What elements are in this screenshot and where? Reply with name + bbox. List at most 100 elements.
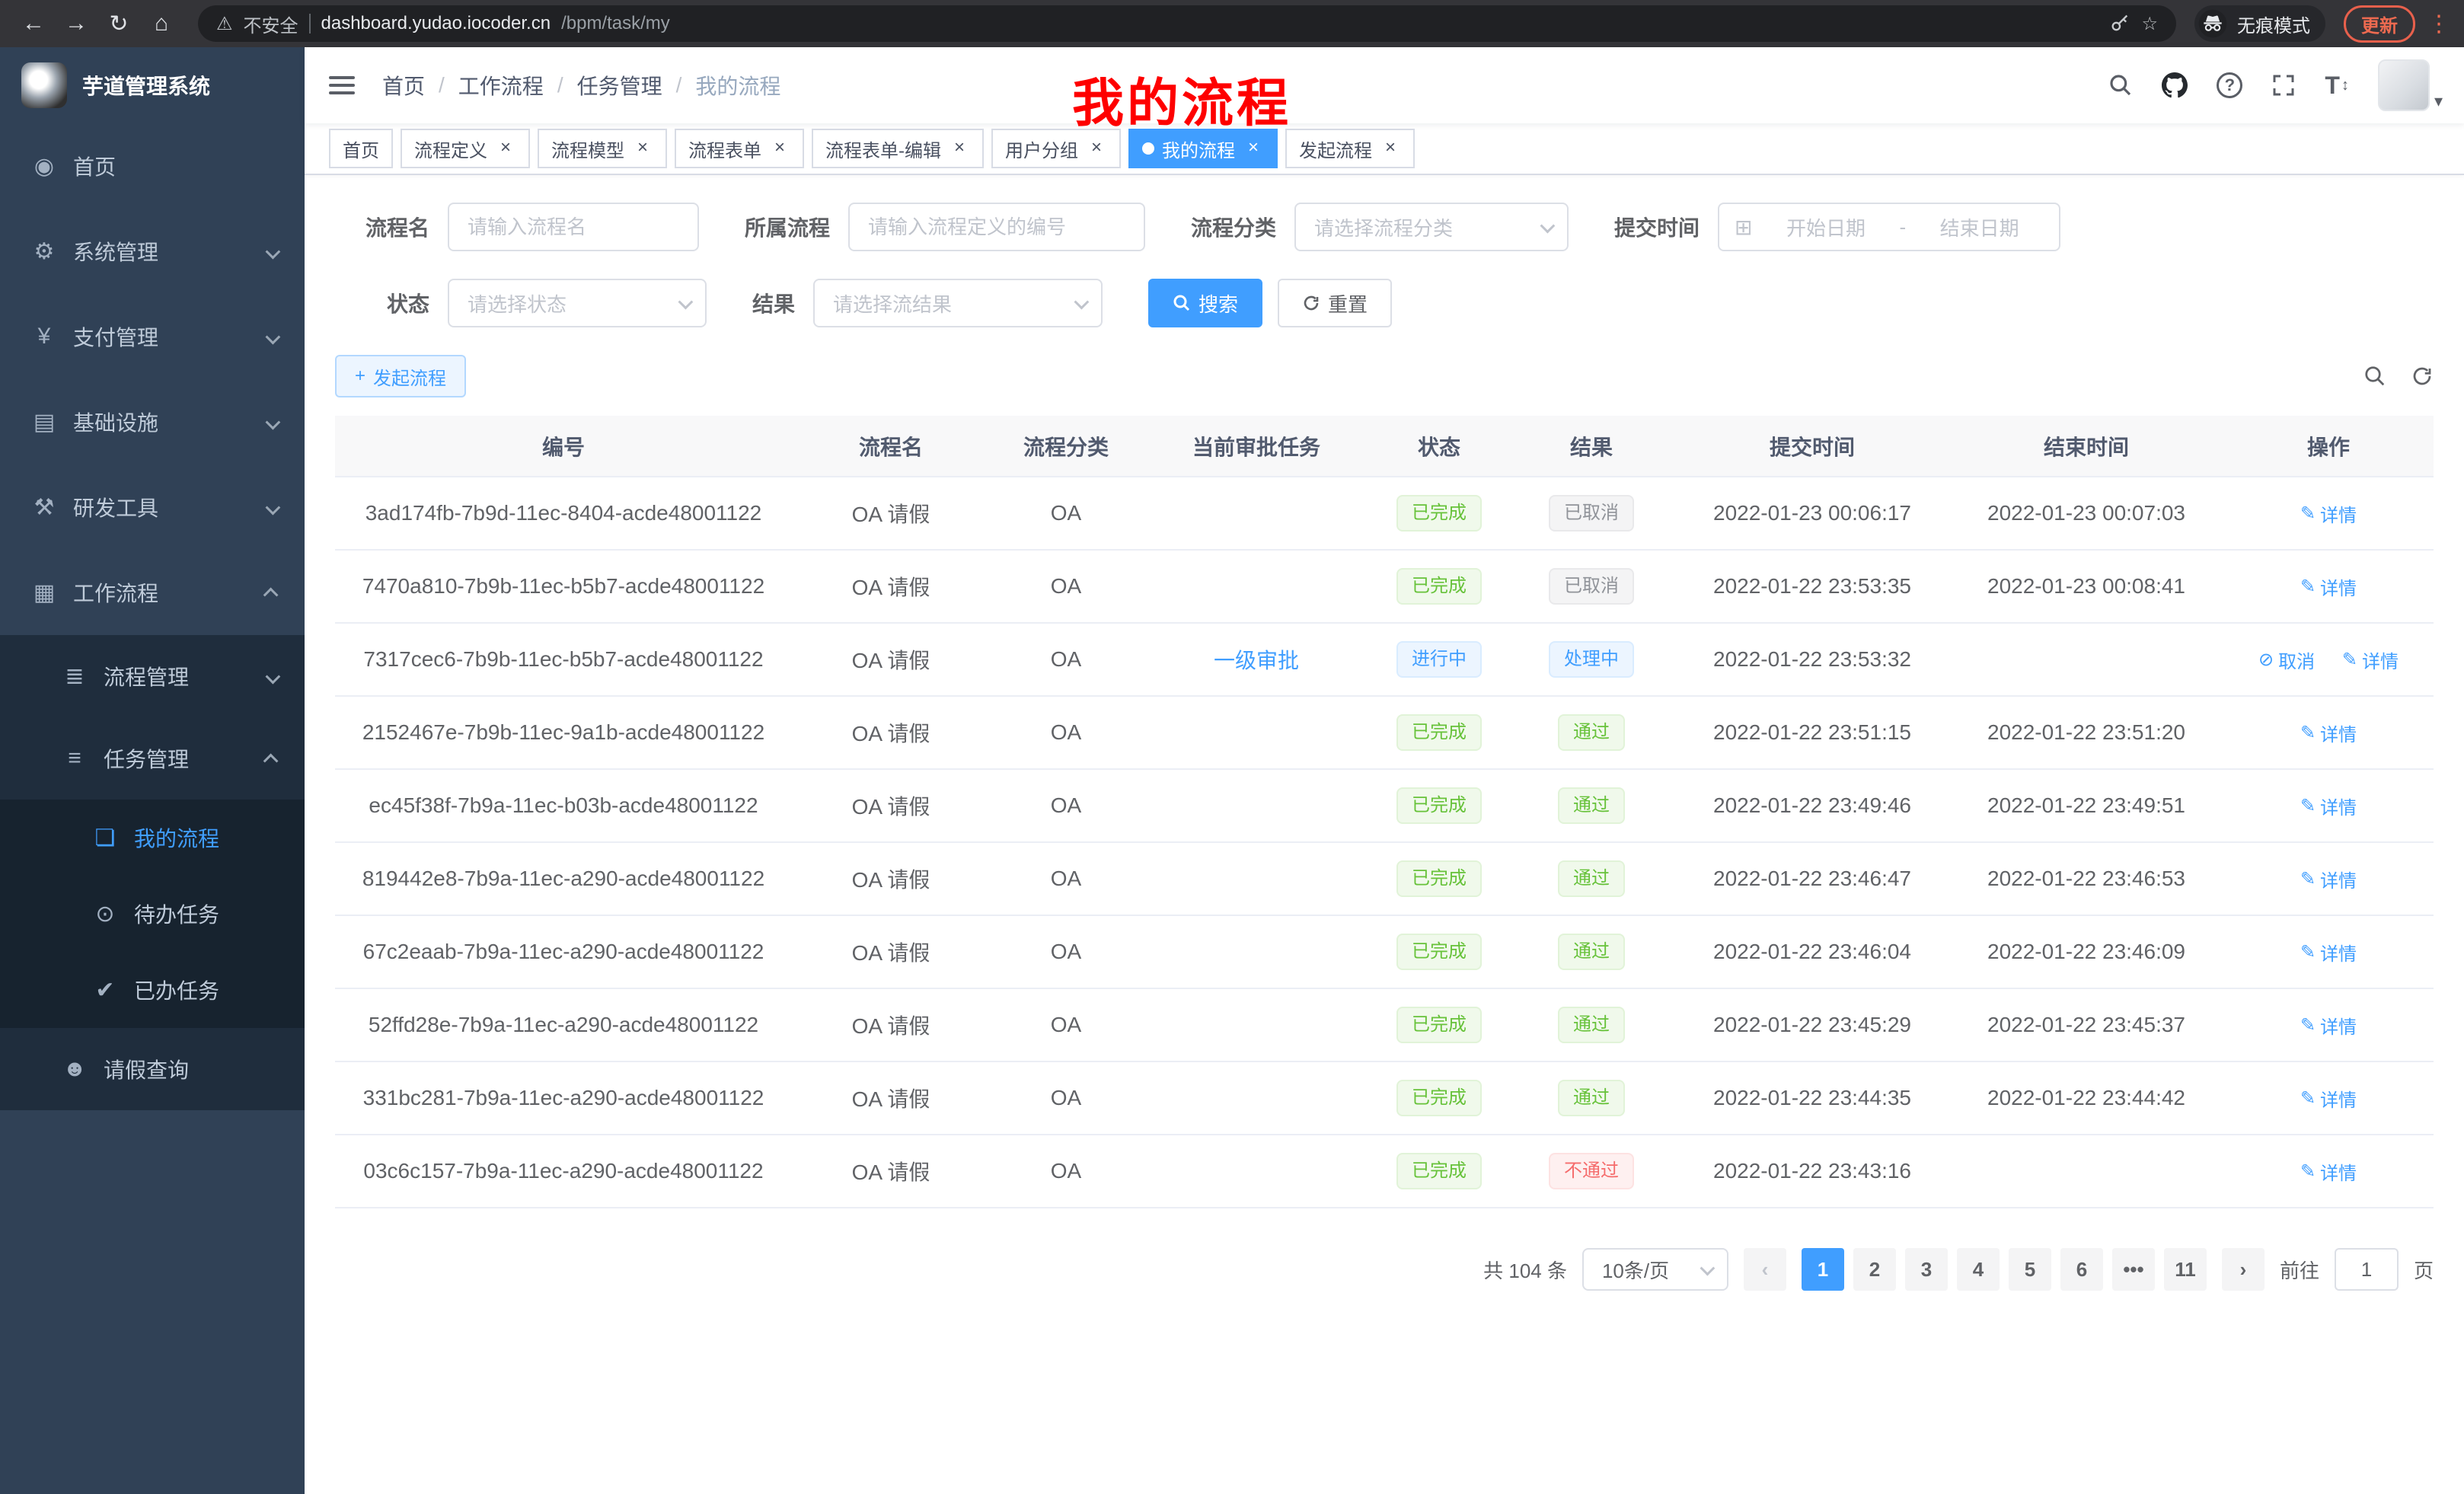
tab-process-model[interactable]: 流程模型× bbox=[538, 129, 667, 168]
goto-page-input[interactable] bbox=[2335, 1248, 2399, 1291]
close-icon[interactable]: × bbox=[949, 138, 970, 159]
sidebar-item-workflow[interactable]: ▦ 工作流程 bbox=[0, 550, 305, 635]
process-id-input[interactable] bbox=[848, 203, 1145, 251]
detail-link[interactable]: ✎详情 bbox=[2300, 1012, 2357, 1039]
sidebar-item-infrastructure[interactable]: ▤ 基础设施 bbox=[0, 379, 305, 464]
detail-link[interactable]: ✎详情 bbox=[2300, 866, 2357, 892]
sidebar-item-todo-tasks[interactable]: ⊙ 待办任务 bbox=[0, 876, 305, 952]
forward-icon[interactable]: → bbox=[58, 5, 94, 42]
result-tag: 通过 bbox=[1558, 1007, 1625, 1043]
close-icon[interactable]: × bbox=[632, 138, 653, 159]
sidebar-item-devtools[interactable]: ⚒ 研发工具 bbox=[0, 464, 305, 550]
page-number-3[interactable]: 3 bbox=[1905, 1248, 1948, 1291]
cell-id: 331bc281-7b9a-11ec-a290-acde48001122 bbox=[335, 1061, 792, 1135]
detail-link[interactable]: ✎详情 bbox=[2300, 720, 2357, 746]
detail-link[interactable]: ✎详情 bbox=[2300, 793, 2357, 819]
detail-link[interactable]: ✎详情 bbox=[2300, 1158, 2357, 1185]
user-avatar[interactable]: ▾ bbox=[2378, 59, 2443, 111]
cell-submit-time: 2022-01-22 23:53:32 bbox=[1675, 623, 1949, 696]
sidebar-item-home[interactable]: ◉ 首页 bbox=[0, 123, 305, 209]
breadcrumb-separator: / bbox=[439, 73, 445, 97]
detail-link[interactable]: ✎详情 bbox=[2300, 500, 2357, 527]
tab-process-definition[interactable]: 流程定义× bbox=[401, 129, 530, 168]
tab-process-form-edit[interactable]: 流程表单-编辑× bbox=[812, 129, 984, 168]
page-number-1[interactable]: 1 bbox=[1802, 1248, 1844, 1291]
detail-link[interactable]: ✎详情 bbox=[2300, 1085, 2357, 1112]
tab-process-form[interactable]: 流程表单× bbox=[675, 129, 804, 168]
table-row: 2152467e-7b9b-11ec-9a1b-acde48001122 OA … bbox=[335, 696, 2434, 769]
date-range-picker[interactable]: ⊞ 开始日期 - 结束日期 bbox=[1718, 203, 2060, 251]
hide-search-icon[interactable] bbox=[2363, 365, 2386, 388]
page-number-5[interactable]: 5 bbox=[2009, 1248, 2051, 1291]
close-icon[interactable]: × bbox=[1243, 138, 1264, 159]
home-icon[interactable]: ⌂ bbox=[143, 5, 180, 42]
table-row: 52ffd28e-7b9a-11ec-a290-acde48001122 OA … bbox=[335, 988, 2434, 1061]
close-icon[interactable]: × bbox=[769, 138, 790, 159]
page-number-4[interactable]: 4 bbox=[1957, 1248, 2000, 1291]
page-number-2[interactable]: 2 bbox=[1853, 1248, 1896, 1291]
cell-actions: ✎详情 bbox=[2223, 988, 2434, 1061]
tab-home[interactable]: 首页 bbox=[329, 129, 393, 168]
search-icon[interactable] bbox=[2108, 73, 2133, 97]
filter-label: 所属流程 bbox=[745, 212, 830, 242]
close-icon[interactable]: × bbox=[1086, 138, 1107, 159]
result-tag: 通过 bbox=[1558, 934, 1625, 970]
tab-start-process[interactable]: 发起流程× bbox=[1285, 129, 1415, 168]
tab-my-process[interactable]: 我的流程× bbox=[1128, 129, 1278, 168]
sidebar-item-payment[interactable]: ¥ 支付管理 bbox=[0, 294, 305, 379]
cell-status: 已完成 bbox=[1371, 769, 1508, 842]
font-size-icon[interactable]: T↕ bbox=[2325, 72, 2349, 100]
status-select[interactable]: 请选择状态 bbox=[448, 279, 707, 327]
cell-result: 通过 bbox=[1508, 769, 1675, 842]
search-button[interactable]: 搜索 bbox=[1148, 279, 1262, 327]
detail-link[interactable]: ✎详情 bbox=[2300, 939, 2357, 966]
bookmark-star-icon[interactable]: ☆ bbox=[2141, 13, 2158, 35]
sidebar-item-process-management[interactable]: ≣ 流程管理 bbox=[0, 635, 305, 717]
tab-user-group[interactable]: 用户分组× bbox=[991, 129, 1121, 168]
col-status: 状态 bbox=[1371, 416, 1508, 477]
address-bar[interactable]: ⚠ 不安全 dashboard.yudao.iocoder.cn /bpm/ta… bbox=[198, 5, 2176, 42]
more-pages-button[interactable]: ••• bbox=[2112, 1248, 2155, 1291]
sidebar-toggle-button[interactable] bbox=[305, 72, 379, 99]
page-size-select[interactable]: 10条/页 bbox=[1582, 1248, 1728, 1291]
update-button[interactable]: 更新 bbox=[2344, 5, 2415, 43]
page-number-11[interactable]: 11 bbox=[2164, 1248, 2207, 1291]
edit-icon: ✎ bbox=[2300, 795, 2316, 817]
result-select[interactable]: 请选择流结果 bbox=[813, 279, 1103, 327]
back-icon[interactable]: ← bbox=[15, 5, 52, 42]
detail-link[interactable]: ✎详情 bbox=[2342, 646, 2399, 673]
sidebar-item-done-tasks[interactable]: ✔ 已办任务 bbox=[0, 952, 305, 1028]
next-page-button[interactable]: › bbox=[2222, 1248, 2265, 1291]
create-process-button[interactable]: + 发起流程 bbox=[335, 355, 466, 397]
fullscreen-icon[interactable] bbox=[2271, 73, 2296, 97]
refresh-table-icon[interactable] bbox=[2411, 365, 2434, 388]
sidebar-item-my-process[interactable]: ❏ 我的流程 bbox=[0, 800, 305, 876]
result-tag: 处理中 bbox=[1549, 641, 1634, 678]
close-icon[interactable]: × bbox=[495, 138, 516, 159]
reset-button[interactable]: 重置 bbox=[1278, 279, 1392, 327]
category-select[interactable]: 请选择流程分类 bbox=[1294, 203, 1569, 251]
browser-menu-icon[interactable]: ⋮ bbox=[2427, 11, 2449, 37]
close-icon[interactable]: × bbox=[1380, 138, 1401, 159]
cancel-icon: ⊘ bbox=[2258, 649, 2274, 671]
password-key-icon[interactable] bbox=[2109, 13, 2130, 34]
eye-icon: ⊙ bbox=[91, 901, 119, 927]
prev-page-button[interactable]: ‹ bbox=[1744, 1248, 1786, 1291]
detail-link[interactable]: ✎详情 bbox=[2300, 573, 2357, 600]
sidebar-item-task-management[interactable]: ≡ 任务管理 bbox=[0, 717, 305, 800]
help-icon[interactable]: ? bbox=[2217, 72, 2242, 98]
cancel-link[interactable]: ⊘取消 bbox=[2258, 646, 2315, 673]
current-task-link[interactable]: 一级审批 bbox=[1214, 649, 1299, 672]
breadcrumb-item-task-management[interactable]: 任务管理 bbox=[577, 70, 662, 101]
breadcrumb-item-workflow[interactable]: 工作流程 bbox=[458, 70, 544, 101]
github-icon[interactable] bbox=[2162, 72, 2188, 98]
security-label: 不安全 bbox=[244, 11, 298, 37]
goto-suffix: 页 bbox=[2414, 1256, 2434, 1284]
page-number-6[interactable]: 6 bbox=[2060, 1248, 2103, 1291]
breadcrumb-item-home[interactable]: 首页 bbox=[382, 70, 425, 101]
sidebar-item-system[interactable]: ⚙ 系统管理 bbox=[0, 209, 305, 294]
sidebar-item-leave-query[interactable]: ☻ 请假查询 bbox=[0, 1028, 305, 1110]
reload-icon[interactable]: ↻ bbox=[101, 5, 137, 42]
process-name-input[interactable] bbox=[448, 203, 699, 251]
task-icon: ≡ bbox=[61, 745, 88, 771]
